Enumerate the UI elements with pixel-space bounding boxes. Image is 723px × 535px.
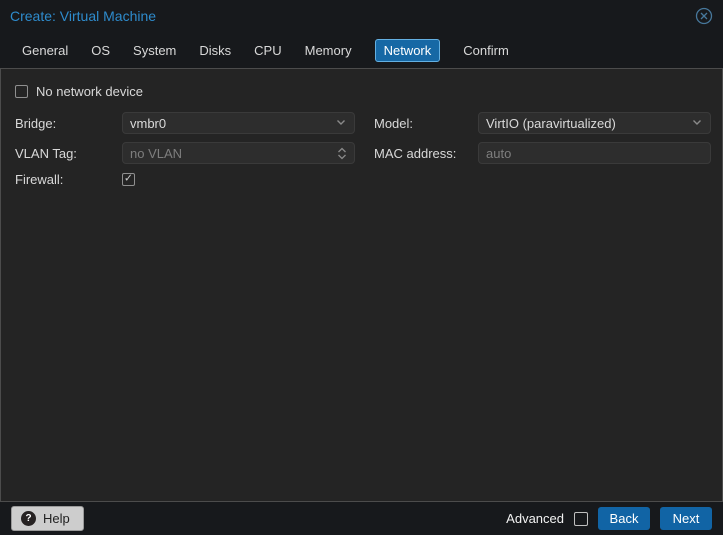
tab-network[interactable]: Network: [374, 38, 441, 62]
tab-os[interactable]: OS: [91, 39, 110, 62]
network-form-panel: No network device Bridge: vmbr0 Model: V…: [0, 68, 723, 502]
tab-system[interactable]: System: [133, 39, 176, 62]
tab-memory[interactable]: Memory: [305, 39, 352, 62]
no-network-device-row: No network device: [15, 84, 722, 99]
firewall-label: Firewall:: [15, 172, 64, 187]
question-icon: ?: [21, 511, 36, 526]
title-bar: Create: Virtual Machine: [0, 0, 723, 32]
bridge-select[interactable]: vmbr0: [122, 112, 355, 134]
tab-bar: General OS System Disks CPU Memory Netwo…: [0, 32, 723, 68]
footer-actions: Advanced Back Next: [506, 507, 712, 530]
model-value: VirtIO (paravirtualized): [486, 115, 616, 131]
tab-general[interactable]: General: [22, 39, 68, 62]
spinner-arrows-icon[interactable]: [337, 147, 347, 160]
next-button[interactable]: Next: [660, 507, 712, 530]
mac-address-input[interactable]: [478, 142, 711, 164]
create-vm-dialog: Create: Virtual Machine General OS Syste…: [0, 0, 723, 535]
chevron-down-icon: [335, 116, 347, 131]
tab-confirm[interactable]: Confirm: [463, 39, 509, 62]
tab-cpu[interactable]: CPU: [254, 39, 281, 62]
advanced-label: Advanced: [506, 511, 564, 526]
bridge-value: vmbr0: [130, 115, 167, 131]
vlan-tag-spinner[interactable]: no VLAN: [122, 142, 355, 164]
model-select[interactable]: VirtIO (paravirtualized): [478, 112, 711, 134]
vlan-tag-label: VLAN Tag:: [15, 145, 77, 161]
tab-disks[interactable]: Disks: [199, 39, 231, 62]
firewall-checkbox[interactable]: ✓: [122, 173, 135, 186]
dialog-title: Create: Virtual Machine: [10, 8, 157, 24]
vlan-tag-value: no VLAN: [130, 145, 183, 161]
chevron-down-icon: [691, 116, 703, 131]
mac-address-label: MAC address:: [374, 145, 457, 161]
no-network-device-checkbox[interactable]: [15, 85, 28, 98]
footer-bar: ? Help Advanced Back Next: [0, 502, 723, 535]
bridge-label: Bridge:: [15, 115, 57, 131]
help-button[interactable]: ? Help: [11, 506, 84, 531]
back-button[interactable]: Back: [598, 507, 650, 530]
no-network-device-label: No network device: [36, 84, 143, 99]
advanced-checkbox[interactable]: [574, 511, 588, 526]
form-grid: Bridge: vmbr0 Model: VirtIO (paravirtual…: [15, 112, 722, 187]
model-label: Model:: [374, 115, 414, 131]
close-icon[interactable]: [695, 7, 713, 25]
help-button-label: Help: [43, 511, 70, 526]
checkmark-icon: ✓: [123, 172, 134, 185]
